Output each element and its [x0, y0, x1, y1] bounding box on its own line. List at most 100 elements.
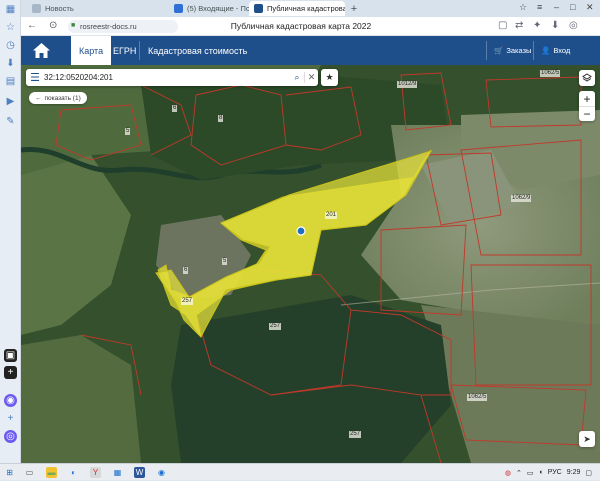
user-icon: 👤: [541, 46, 551, 55]
orders-button[interactable]: 🛒 Заказы: [494, 36, 531, 65]
geolocate-button[interactable]: ➤: [579, 431, 595, 447]
keyboard-language[interactable]: РУС: [548, 469, 562, 476]
login-label: Вход: [553, 46, 571, 55]
navigation-arrow-icon: ➤: [583, 433, 591, 444]
back-icon[interactable]: ←: [27, 20, 37, 31]
network-icon[interactable]: ▭: [527, 469, 534, 477]
plot-label[interactable]: 5: [222, 258, 228, 265]
show-results-label: показать (1): [44, 94, 81, 102]
map-icon: [254, 4, 263, 13]
tab-cadastral-value[interactable]: Кадастровая стоимость: [140, 36, 255, 65]
history-icon[interactable]: ◷: [4, 39, 17, 52]
zoom-control: + −: [579, 91, 595, 121]
location-marker[interactable]: [296, 226, 306, 236]
maximize-icon[interactable]: □: [570, 2, 575, 12]
plot-label[interactable]: 257: [349, 431, 362, 438]
extensions-icon[interactable]: ✦: [533, 20, 541, 31]
system-tray: ◍ ⌃ ▭ ◖ РУС 9:29 ▢: [505, 464, 600, 481]
window-menu-icon[interactable]: ≡: [537, 2, 542, 12]
notes-icon[interactable]: ✎: [4, 115, 17, 128]
new-tab-button[interactable]: +: [347, 1, 361, 16]
lock-icon: ■: [71, 22, 76, 29]
login-button[interactable]: 👤 Вход: [541, 36, 570, 65]
site-home-button[interactable]: [27, 40, 55, 61]
search-panel: ☰ ⌕ ✕: [26, 69, 318, 86]
browser-taskbar-icon[interactable]: ◉: [156, 467, 167, 478]
yandex-icon[interactable]: Y: [90, 467, 101, 478]
antivirus-icon[interactable]: ◍: [505, 469, 511, 477]
plot-label[interactable]: 257: [181, 298, 194, 305]
url-bar[interactable]: ■ rosreestr-docs.ru: [68, 20, 178, 33]
plot-label[interactable]: 201: [325, 212, 338, 219]
layers-button[interactable]: [579, 70, 595, 86]
clock[interactable]: 9:29: [567, 469, 581, 476]
minimize-icon[interactable]: –: [554, 2, 559, 12]
file-explorer-icon[interactable]: ▬: [46, 467, 57, 478]
media-icon[interactable]: ▶: [4, 95, 17, 108]
plot-label[interactable]: 6: [172, 105, 178, 112]
browser-sidebar: ▦ ☆ ◷ ⬇ ▤ ▶ ✎ ▣ + ◉ + ◎: [0, 0, 21, 463]
plot-label[interactable]: 1062/9: [511, 195, 532, 202]
add-panel-icon[interactable]: +: [4, 412, 17, 425]
windows-start-icon[interactable]: ⊞: [4, 467, 15, 478]
plot-label[interactable]: 1062/5: [540, 70, 561, 77]
site-header: Карта ЕГРН Кадастровая стоимость 🛒 Заказ…: [21, 36, 600, 65]
plot-label[interactable]: 8: [218, 115, 224, 122]
notifications-icon[interactable]: ▢: [585, 469, 592, 477]
plot-label[interactable]: 6: [183, 267, 189, 274]
arrow-icon: ←: [35, 94, 42, 102]
mail-icon: [174, 4, 183, 13]
map-view[interactable]: 201 257 257 257 6 5 6 8 5 1012/9 1062/5 …: [21, 65, 600, 463]
satellite-map[interactable]: [21, 65, 600, 463]
taskbar: ⊞ ▭ ▬ ◐ Y ▦ W ◉ ◍ ⌃ ▭ ◖ РУС 9:29 ▢: [0, 463, 600, 480]
bookmark-page-icon[interactable]: ☆: [519, 2, 527, 13]
search-button[interactable]: ⌕: [290, 72, 304, 83]
show-results-button[interactable]: ← показать (1): [29, 92, 87, 104]
search-icon: ⌕: [294, 72, 300, 82]
browser-tab-mail[interactable]: (5) Входящие - Почта Mail: [169, 1, 249, 16]
bookmarks-icon[interactable]: ☆: [4, 21, 17, 34]
messenger-icon[interactable]: ◉: [4, 394, 17, 407]
menu-button[interactable]: ☰: [26, 69, 44, 86]
browser-home-icon[interactable]: ⊙: [49, 20, 57, 31]
zoom-in-button[interactable]: +: [579, 91, 595, 106]
tab-strip: Новость (5) Входящие - Почта Mail Публич…: [21, 0, 600, 17]
word-icon[interactable]: W: [134, 467, 145, 478]
globe-icon: [32, 4, 41, 13]
url-text: rosreestr-docs.ru: [80, 22, 137, 31]
store-icon[interactable]: ▦: [112, 467, 123, 478]
apps-icon[interactable]: ▣: [4, 349, 17, 362]
task-view-icon[interactable]: ▭: [24, 467, 35, 478]
download-icon[interactable]: ⬇: [551, 20, 559, 31]
volume-icon[interactable]: ◖: [538, 469, 542, 476]
downloads-icon[interactable]: ⬇: [4, 57, 17, 70]
search-input[interactable]: [44, 70, 290, 85]
header-divider: [486, 41, 487, 60]
browser-tab-news[interactable]: Новость: [27, 1, 89, 16]
reader-icon[interactable]: ▢: [498, 20, 507, 31]
plot-label[interactable]: 1012/9: [397, 81, 418, 88]
profile-icon[interactable]: ◎: [569, 20, 578, 31]
layers-icon: [582, 73, 592, 82]
close-icon: ✕: [307, 72, 316, 82]
zoom-out-button[interactable]: −: [579, 106, 595, 121]
close-window-icon[interactable]: ✕: [586, 2, 594, 13]
orders-label: Заказы: [506, 46, 532, 55]
translate-icon[interactable]: ⇄: [515, 20, 523, 31]
header-divider: [533, 41, 534, 60]
plus-circle-icon[interactable]: +: [4, 366, 17, 379]
browser-menu-icon[interactable]: ▦: [4, 3, 17, 16]
favorites-button[interactable]: ★: [321, 69, 338, 86]
plot-label[interactable]: 1062/5: [467, 394, 488, 401]
browser-tab-label: Новость: [45, 4, 74, 13]
home-icon: [32, 43, 50, 58]
collections-icon[interactable]: ▤: [4, 75, 17, 88]
plot-label[interactable]: 257: [269, 323, 282, 330]
assistant-icon[interactable]: ◎: [4, 430, 17, 443]
edge-icon[interactable]: ◐: [68, 467, 79, 478]
plot-label[interactable]: 5: [125, 128, 131, 135]
cart-icon: 🛒: [494, 46, 504, 55]
browser-tab-cadastral[interactable]: Публичная кадастровая ×: [249, 1, 345, 16]
clear-search-button[interactable]: ✕: [304, 72, 318, 83]
tray-expand-icon[interactable]: ⌃: [516, 469, 522, 477]
